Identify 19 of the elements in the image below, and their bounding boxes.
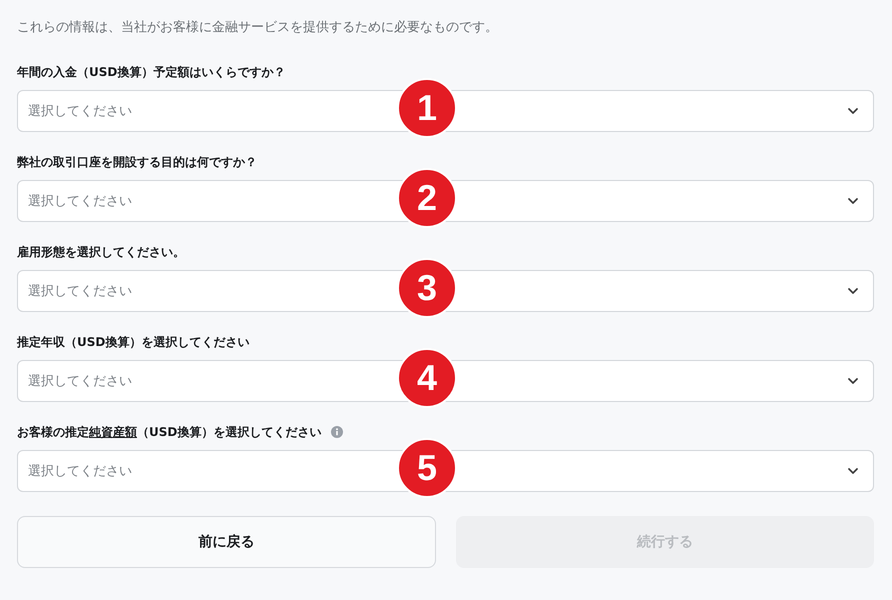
number-badge: 4 bbox=[397, 348, 457, 408]
field-label: 雇用形態を選択してください。 bbox=[17, 244, 185, 260]
back-button[interactable]: 前に戻る bbox=[17, 516, 436, 568]
chevron-down-icon bbox=[847, 467, 859, 475]
field-label: 弊社の取引口座を開設する目的は何ですか？ bbox=[17, 154, 257, 170]
chevron-down-icon bbox=[847, 197, 859, 205]
field-label: お客様の推定純資産額（USD換算）を選択してください bbox=[17, 424, 322, 440]
chevron-down-icon bbox=[847, 107, 859, 115]
number-badge: 3 bbox=[397, 258, 457, 318]
chevron-down-icon bbox=[847, 287, 859, 295]
field-label: 年間の入金（USD換算）予定額はいくらですか？ bbox=[17, 64, 286, 80]
term-link[interactable]: 純資産額 bbox=[89, 424, 137, 438]
number-badge: 5 bbox=[397, 438, 457, 498]
number-badge: 1 bbox=[397, 78, 457, 138]
intro-text: これらの情報は、当社がお客様に金融サービスを提供するために必要なものです。 bbox=[17, 19, 499, 37]
chevron-down-icon bbox=[847, 377, 859, 385]
number-badge: 2 bbox=[397, 168, 457, 228]
field-label: 推定年収（USD換算）を選択してください bbox=[17, 334, 250, 350]
info-icon[interactable] bbox=[331, 426, 344, 438]
